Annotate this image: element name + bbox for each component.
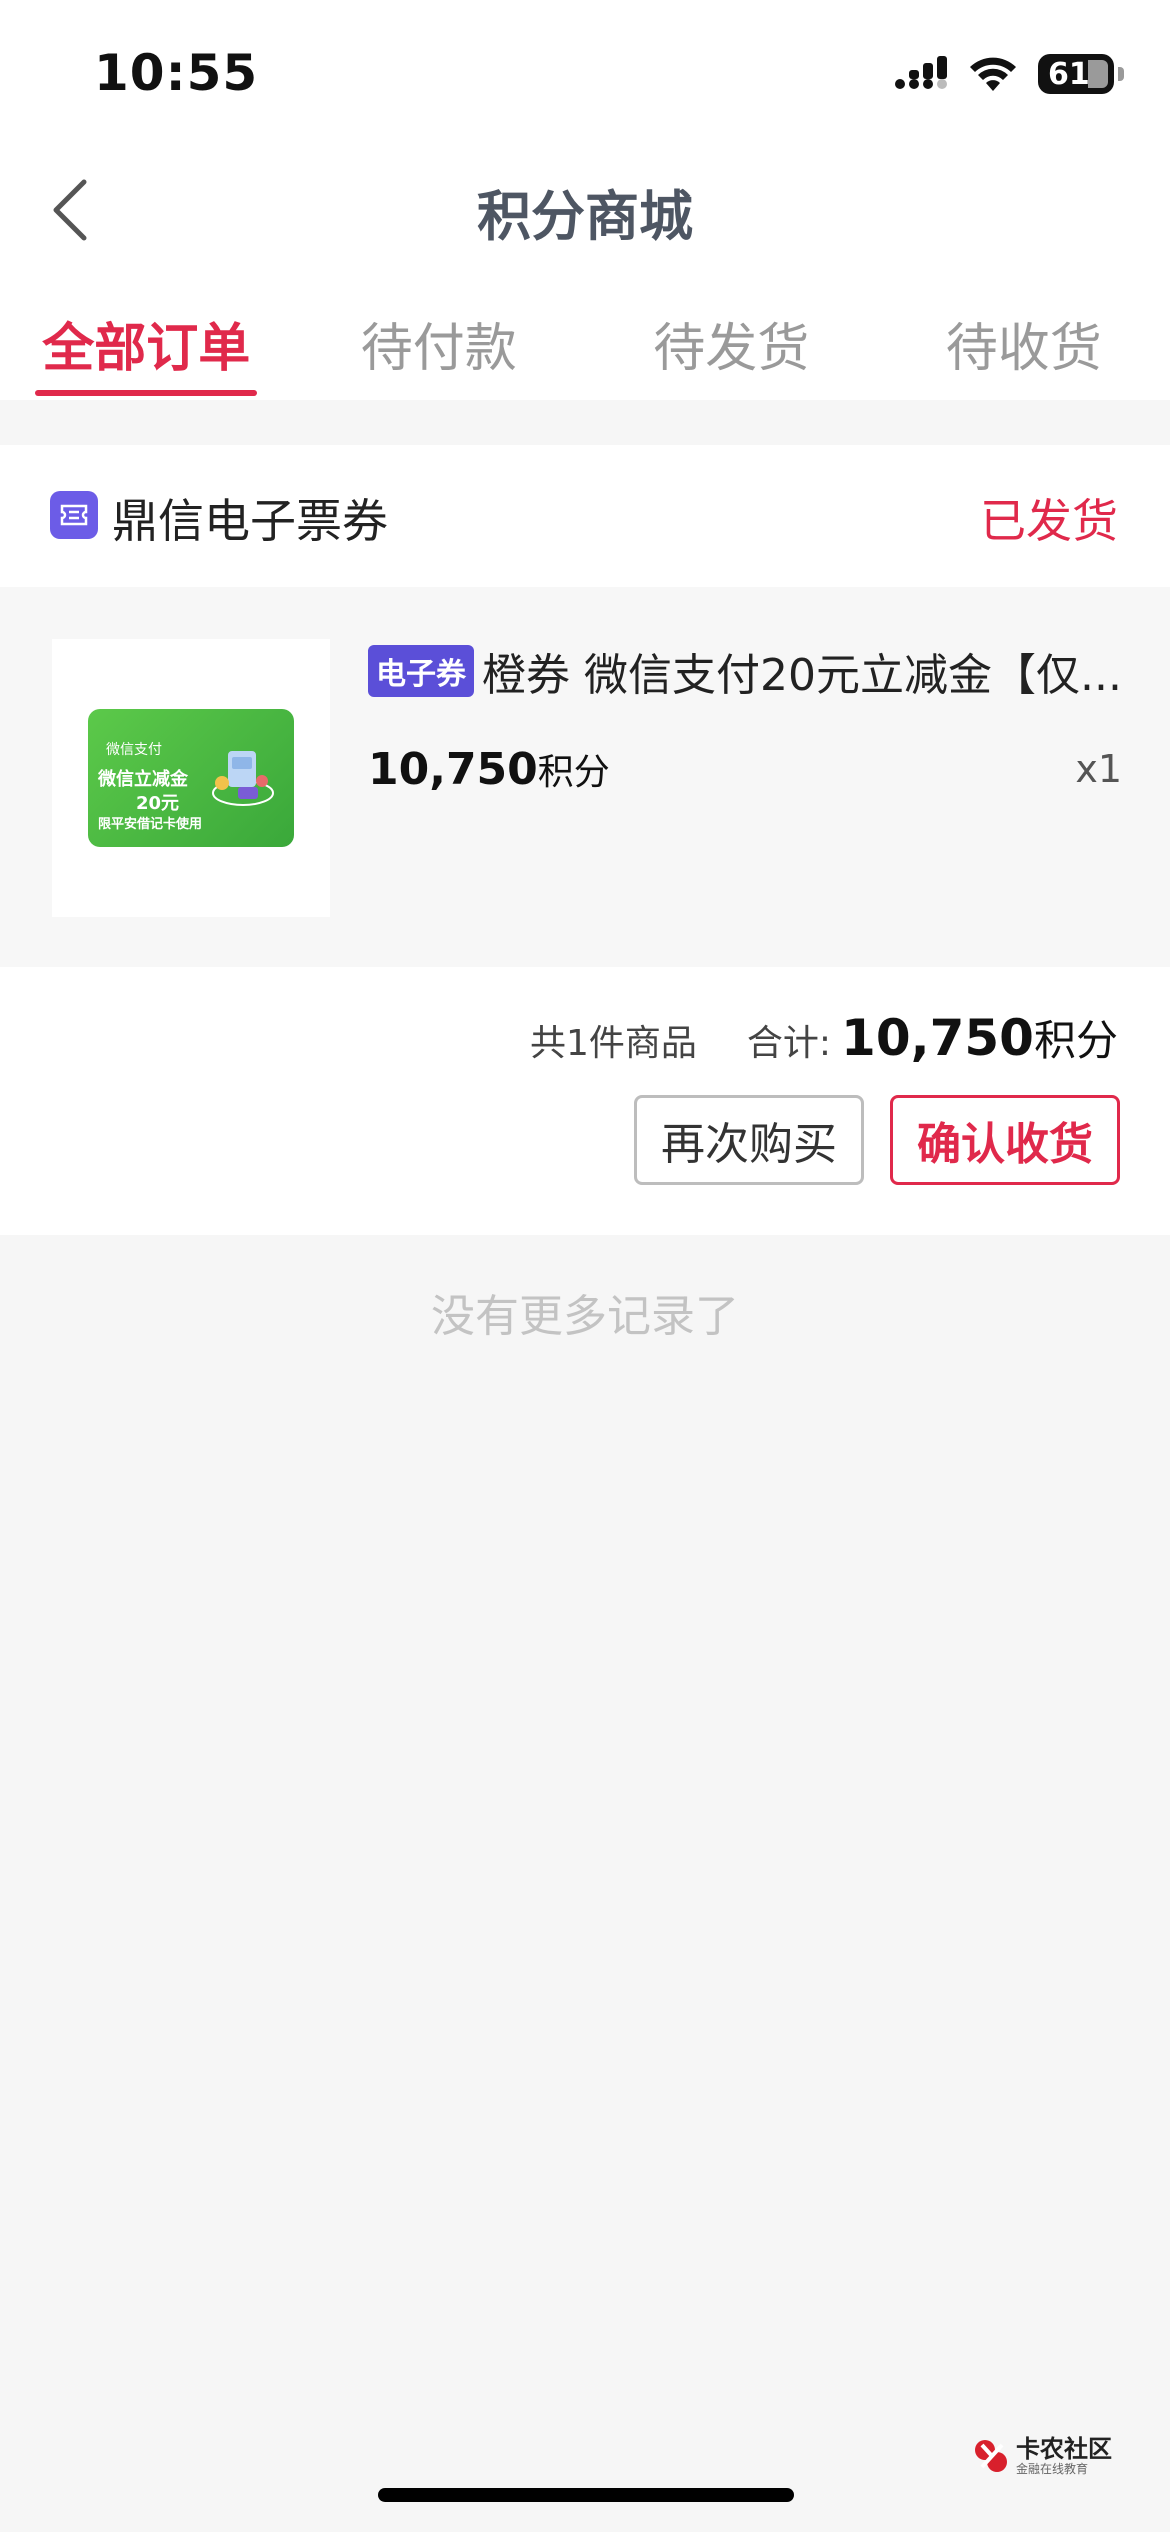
watermark-text: 卡农社区 金融在线教育 bbox=[1016, 2436, 1112, 2476]
tab-pending-shipment[interactable]: 待发货 bbox=[585, 270, 878, 400]
order-summary: 共1件商品 合计: 10,750积分 再次购买 确认收货 bbox=[0, 967, 1170, 1235]
watermark-logo: 卡农社区 金融在线教育 bbox=[972, 2436, 1112, 2476]
tab-pending-payment[interactable]: 待付款 bbox=[293, 270, 586, 400]
product-price-line: 10,750积分 x1 bbox=[368, 743, 1122, 803]
page: 10:55 61 积分商城 全部订单 待付款 待发货 待收货 鼎信电子票券 已发… bbox=[0, 0, 1170, 2532]
total-label: 合计: bbox=[746, 1023, 832, 1064]
gift-illustration-icon bbox=[212, 751, 274, 806]
tab-pending-receipt[interactable]: 待收货 bbox=[878, 270, 1170, 400]
ticket-icon bbox=[50, 491, 98, 539]
cellular-signal-icon bbox=[895, 56, 947, 89]
status-bar: 10:55 61 bbox=[0, 0, 1170, 150]
page-title: 积分商城 bbox=[477, 185, 693, 248]
voucher-image: 微信支付 微信立减金 20元 限平安借记卡使用 bbox=[88, 709, 294, 847]
order-actions: 再次购买 确认收货 bbox=[634, 1095, 1120, 1185]
product-name: 橙券 微信支付20元立减金【仅... bbox=[482, 650, 1122, 701]
product-info: 电子券 橙券 微信支付20元立减金【仅... 10,750积分 x1 bbox=[368, 639, 1122, 803]
order-tabs: 全部订单 待付款 待发货 待收货 bbox=[0, 270, 1170, 400]
tab-all-orders[interactable]: 全部订单 bbox=[0, 270, 293, 400]
order-total-line: 共1件商品 合计: 10,750积分 bbox=[530, 1007, 1118, 1068]
product-price-unit: 积分 bbox=[537, 752, 610, 793]
tab-label: 待发货 bbox=[653, 319, 810, 379]
tab-label: 待付款 bbox=[360, 319, 517, 379]
thumb-brand: 微信支付 bbox=[106, 742, 162, 758]
tab-label: 全部订单 bbox=[42, 319, 251, 379]
tab-label: 待收货 bbox=[945, 319, 1102, 379]
order-status-badge: 已发货 bbox=[980, 494, 1118, 548]
status-time: 10:55 bbox=[94, 44, 259, 102]
order-store-row[interactable]: 鼎信电子票券 已发货 bbox=[0, 445, 1170, 587]
wifi-icon bbox=[970, 57, 1016, 91]
total-unit: 积分 bbox=[1033, 1016, 1118, 1065]
thumb-title: 微信立减金 bbox=[98, 769, 188, 790]
product-quantity: x1 bbox=[1075, 747, 1122, 791]
home-indicator[interactable] bbox=[378, 2488, 794, 2502]
battery-icon: 61 bbox=[1038, 54, 1124, 94]
thumb-note: 限平安借记卡使用 bbox=[98, 817, 203, 832]
total-amount: 10,750积分 bbox=[841, 1007, 1118, 1068]
battery-level: 61 bbox=[1048, 56, 1090, 92]
kanong-logo-icon bbox=[975, 2440, 1007, 2472]
store-name: 鼎信电子票券 bbox=[112, 494, 388, 548]
product-price-value: 10,750 bbox=[368, 744, 538, 795]
item-count: 共1件商品 bbox=[529, 1023, 697, 1064]
watermark-main: 卡农社区 bbox=[1016, 2435, 1112, 2463]
status-icons: 61 bbox=[894, 52, 1124, 96]
watermark-sub: 金融在线教育 bbox=[1016, 2462, 1089, 2476]
product-thumbnail: 微信支付 微信立减金 20元 限平安借记卡使用 bbox=[52, 639, 330, 917]
thumb-amount: 20元 bbox=[136, 793, 180, 814]
product-name-line: 电子券 橙券 微信支付20元立减金【仅... bbox=[368, 639, 1122, 703]
no-more-records-text: 没有更多记录了 bbox=[431, 1291, 739, 1342]
product-price: 10,750积分 bbox=[368, 744, 610, 795]
total-value: 10,750 bbox=[841, 1009, 1034, 1067]
product-type-tag: 电子券 bbox=[368, 645, 474, 697]
buy-again-button[interactable]: 再次购买 bbox=[634, 1095, 864, 1185]
order-product[interactable]: 微信支付 微信立减金 20元 限平安借记卡使用 电子券 橙券 微信支付20元立减… bbox=[0, 587, 1170, 967]
nav-header: 积分商城 bbox=[0, 150, 1170, 270]
confirm-receipt-button[interactable]: 确认收货 bbox=[890, 1095, 1120, 1185]
tab-active-indicator bbox=[35, 390, 258, 396]
